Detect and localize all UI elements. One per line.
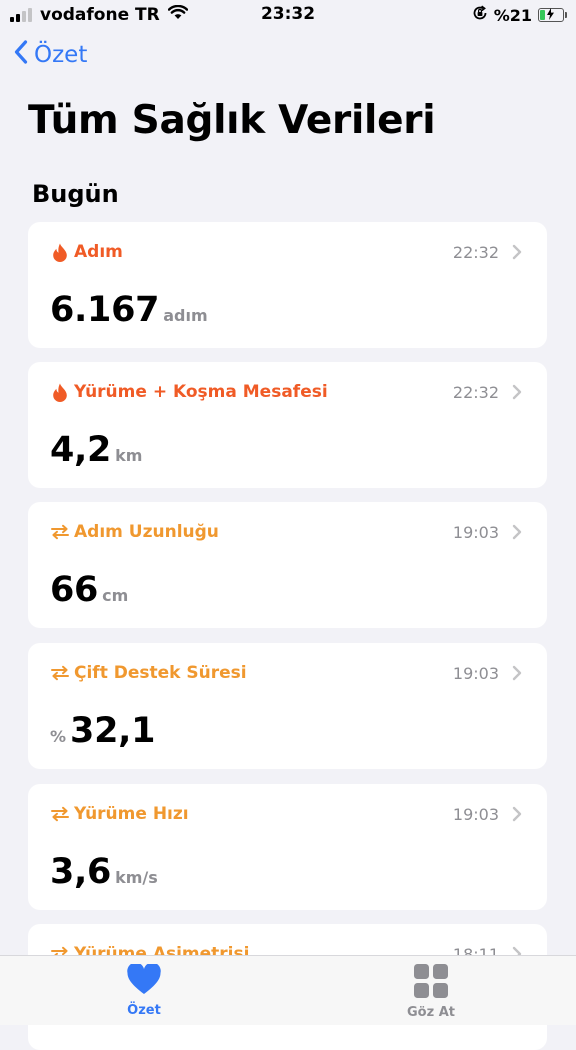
chevron-right-icon [509,524,525,540]
record-time: 22:32 [452,242,499,262]
flame-icon [50,242,70,262]
record-time: 19:03 [452,522,499,542]
card-header: Yürüme + Koşma Mesafesi 22:32 [50,382,525,402]
chevron-left-icon [14,40,28,70]
record-label: Yürüme Hızı [74,804,189,824]
mobility-arrows-icon [50,522,70,542]
battery-percent: %21 [493,5,532,25]
record-time: 19:03 [452,804,499,824]
card-header: Adım Uzunluğu 19:03 [50,522,525,542]
mobility-arrows-icon [50,663,70,683]
heart-icon [126,962,162,1000]
record-label: Çift Destek Süresi [74,663,247,683]
record-label: Yürüme + Koşma Mesafesi [74,382,328,402]
record-value-row: 6.167 adım [50,290,208,330]
health-record-card[interactable]: Yürüme Hızı 19:03 3,6 km/s [28,784,547,910]
record-value-row: % 32,1 [50,711,155,751]
record-unit: km [115,446,143,465]
record-prefix: % [50,727,67,746]
record-time: 22:32 [452,382,499,402]
tab-browse[interactable]: Göz At [381,964,481,1020]
tab-summary[interactable]: Özet [94,962,194,1018]
record-unit: km/s [115,868,158,887]
record-value: 4,2 [50,430,112,470]
record-label: Adım [74,242,123,262]
chevron-right-icon [509,384,525,400]
status-bar: vodafone TR 23:32 %21 [0,0,576,30]
record-value: 3,6 [50,852,112,892]
chevron-right-icon [509,244,525,260]
back-button[interactable]: Özet [14,40,87,70]
record-value: 6.167 [50,290,160,330]
flame-icon [50,382,70,402]
health-record-card[interactable]: Adım 22:32 6.167 adım [28,222,547,348]
back-label: Özet [34,42,88,68]
record-value-row: 3,6 km/s [50,852,158,892]
card-header: Adım 22:32 [50,242,525,262]
mobility-arrows-icon [50,804,70,824]
record-value: 32,1 [70,711,156,751]
section-title: Bugün [32,180,119,208]
card-header: Çift Destek Süresi 19:03 [50,663,525,683]
grid-icon [413,964,449,1002]
chevron-right-icon [509,806,525,822]
tab-bar: Özet Göz At [0,955,576,1025]
tab-summary-label: Özet [127,1003,161,1018]
status-right: %21 [472,5,567,25]
page-title: Tüm Sağlık Verileri [28,98,436,143]
record-unit: cm [102,586,129,605]
battery-icon [538,8,567,22]
record-value-row: 66 cm [50,570,128,610]
health-record-card[interactable]: Çift Destek Süresi 19:03% 32,1 [28,643,547,769]
record-value-row: 4,2 km [50,430,142,470]
card-header: Yürüme Hızı 19:03 [50,804,525,824]
record-value: 66 [50,570,99,610]
tab-browse-label: Göz At [407,1005,455,1020]
health-record-card[interactable]: Adım Uzunluğu 19:03 66 cm [28,502,547,628]
chevron-right-icon [509,665,525,681]
record-label: Adım Uzunluğu [74,522,219,542]
record-unit: adım [163,306,208,325]
health-record-card[interactable]: Yürüme + Koşma Mesafesi 22:32 4,2 km [28,362,547,488]
orientation-lock-icon [472,5,488,25]
record-time: 19:03 [452,663,499,683]
